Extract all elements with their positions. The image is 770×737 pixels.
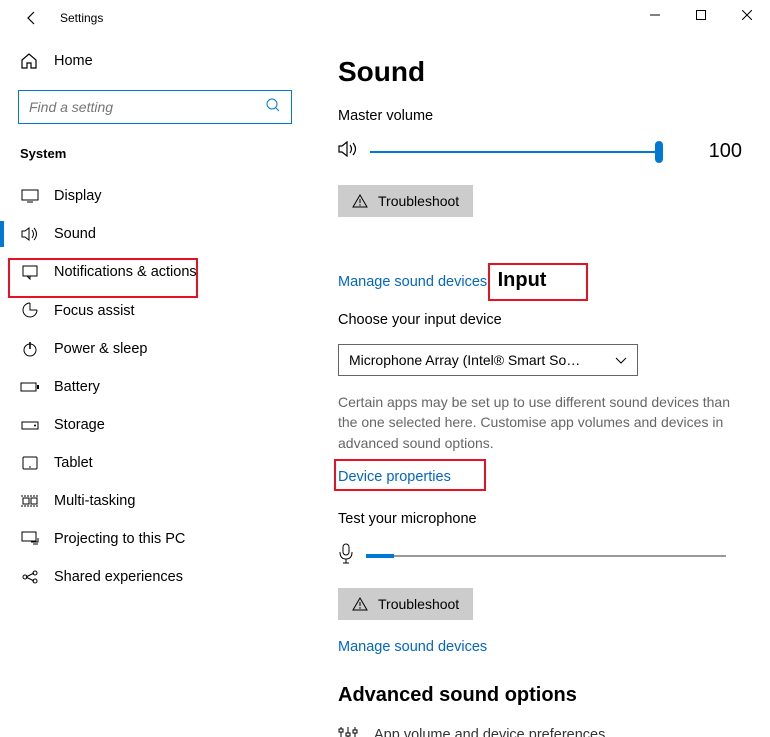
sliders-icon: [338, 725, 358, 737]
microphone-icon: [338, 543, 354, 570]
focus-icon: [20, 302, 40, 319]
sidebar-item-notifications[interactable]: Notifications & actions: [0, 253, 310, 291]
choose-input-label: Choose your input device: [338, 312, 742, 328]
sidebar-item-label: Sound: [54, 226, 96, 242]
warning-icon: [352, 194, 368, 208]
input-device-select[interactable]: Microphone Array (Intel® Smart So…: [338, 344, 638, 376]
window-title: Settings: [60, 11, 103, 25]
troubleshoot-output-button[interactable]: Troubleshoot: [338, 185, 473, 217]
sidebar: Home System Display Sound Notifications …: [0, 36, 310, 737]
battery-icon: [20, 381, 40, 393]
test-mic-label: Test your microphone: [338, 511, 742, 527]
section-header: System: [0, 146, 310, 177]
manage-input-devices-link[interactable]: Manage sound devices: [338, 639, 487, 655]
home-icon: [20, 52, 40, 70]
sidebar-item-tablet[interactable]: Tablet: [0, 444, 310, 482]
storage-icon: [20, 419, 40, 431]
device-properties-link[interactable]: Device properties: [338, 465, 451, 489]
sidebar-item-battery[interactable]: Battery: [0, 368, 310, 406]
back-button[interactable]: [18, 4, 46, 32]
sidebar-item-label: Projecting to this PC: [54, 531, 185, 547]
sidebar-item-label: Multi-tasking: [54, 493, 135, 509]
volume-slider-thumb[interactable]: [655, 141, 663, 163]
sound-icon: [20, 226, 40, 242]
main-content: Sound Master volume 100 Troubleshoot Man…: [310, 36, 770, 737]
multitasking-icon: [20, 494, 40, 508]
manage-output-devices-link[interactable]: Manage sound devices: [338, 274, 487, 290]
sidebar-item-multitasking[interactable]: Multi-tasking: [0, 482, 310, 520]
input-heading: Input: [492, 267, 553, 294]
sidebar-item-label: Display: [54, 188, 102, 204]
sidebar-item-focus[interactable]: Focus assist: [0, 291, 310, 330]
minimize-button[interactable]: [632, 0, 678, 30]
advanced-heading: Advanced sound options: [338, 684, 742, 707]
home-label: Home: [54, 53, 93, 69]
sidebar-item-label: Storage: [54, 417, 105, 433]
home-nav[interactable]: Home: [0, 44, 310, 78]
sidebar-item-label: Focus assist: [54, 303, 135, 319]
shared-icon: [20, 570, 40, 584]
sidebar-item-projecting[interactable]: Projecting to this PC: [0, 520, 310, 558]
sidebar-item-label: Notifications & actions: [54, 264, 197, 280]
close-button[interactable]: [724, 0, 770, 30]
app-volume-item[interactable]: App volume and device preferences: [338, 725, 742, 737]
sidebar-item-display[interactable]: Display: [0, 177, 310, 215]
sidebar-item-shared[interactable]: Shared experiences: [0, 558, 310, 596]
input-helper-text: Certain apps may be set up to use differ…: [338, 392, 742, 453]
volume-icon: [338, 140, 360, 163]
notifications-icon: [20, 264, 40, 280]
app-volume-label: App volume and device preferences: [374, 727, 605, 737]
sidebar-item-label: Shared experiences: [54, 569, 183, 585]
power-icon: [20, 341, 40, 357]
sidebar-item-power[interactable]: Power & sleep: [0, 330, 310, 368]
search-input-container[interactable]: [18, 90, 292, 124]
troubleshoot-label: Troubleshoot: [378, 596, 459, 612]
mic-level-fill: [366, 554, 394, 558]
chevron-down-icon: [615, 352, 627, 368]
mic-level-meter: [366, 555, 726, 557]
troubleshoot-input-button[interactable]: Troubleshoot: [338, 588, 473, 620]
warning-icon: [352, 597, 368, 611]
troubleshoot-label: Troubleshoot: [378, 193, 459, 209]
sidebar-item-storage[interactable]: Storage: [0, 406, 310, 444]
page-title: Sound: [338, 56, 742, 88]
tablet-icon: [20, 456, 40, 470]
maximize-button[interactable]: [678, 0, 724, 30]
sidebar-item-label: Tablet: [54, 455, 93, 471]
sidebar-item-sound[interactable]: Sound: [0, 215, 310, 253]
volume-slider[interactable]: [370, 151, 659, 153]
volume-value: 100: [709, 140, 742, 163]
search-input[interactable]: [29, 99, 265, 115]
sidebar-item-label: Battery: [54, 379, 100, 395]
sidebar-item-label: Power & sleep: [54, 341, 148, 357]
master-volume-label: Master volume: [338, 108, 742, 124]
input-device-value: Microphone Array (Intel® Smart So…: [349, 352, 580, 368]
search-icon: [265, 97, 281, 118]
projecting-icon: [20, 531, 40, 547]
display-icon: [20, 189, 40, 203]
